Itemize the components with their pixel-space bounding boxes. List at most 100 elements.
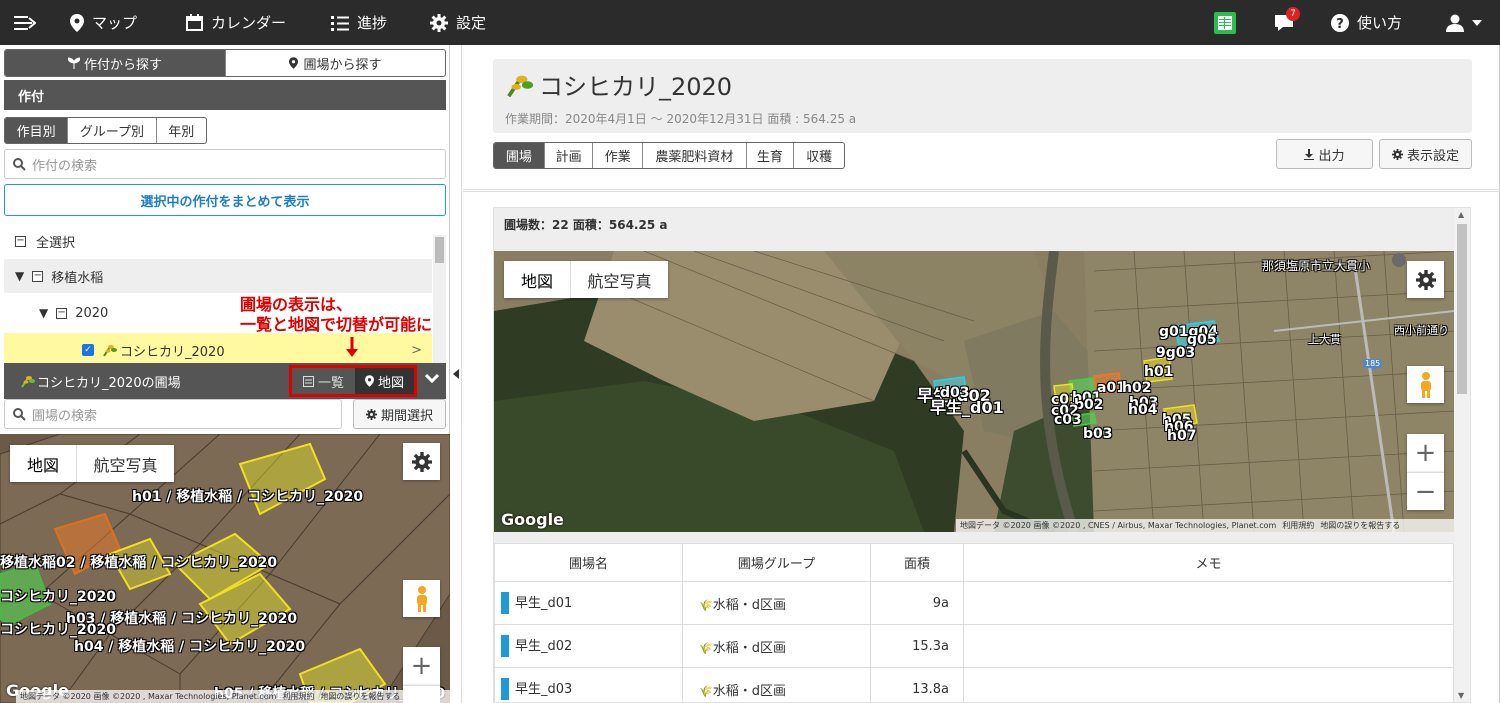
map-view-button[interactable]: 地図 xyxy=(355,368,414,394)
nav-settings-label: 設定 xyxy=(456,14,487,32)
export-button[interactable]: 出力 xyxy=(1276,139,1373,169)
gear-icon xyxy=(1415,269,1436,290)
small-map-tab-map[interactable]: 地図 xyxy=(10,445,76,482)
small-map-tab-aerial[interactable]: 航空写真 xyxy=(76,445,174,482)
big-map-road-shield: 185 xyxy=(1363,359,1383,368)
crop-search-input[interactable]: 作付の検索 xyxy=(4,149,446,179)
col-header-memo[interactable]: メモ xyxy=(963,543,1454,582)
small-field-map[interactable]: h01 / 移植水稲 / コシヒカリ_2020 移植水稲02 / 移植水稲 / … xyxy=(0,434,450,703)
year-label: 2020 xyxy=(75,305,109,321)
small-map-report-link[interactable]: 地図の誤りを報告する xyxy=(320,691,400,702)
tab-search-by-field[interactable]: 圃場から探す xyxy=(225,50,445,76)
fields-table: 圃場名 圃場グループ 面積 メモ 早生_d01 🌾水稲・d区画 9a 早生_d0… xyxy=(494,543,1454,702)
list-view-button[interactable]: 一覧 xyxy=(292,368,355,394)
user-menu[interactable] xyxy=(1446,0,1482,45)
table-row[interactable]: 早生_d02 🌾水稲・d区画 15.3a xyxy=(494,624,1454,668)
nav-map[interactable]: マップ xyxy=(70,0,137,45)
tab-growth[interactable]: 生育 xyxy=(745,143,794,168)
field-label-b03: b03 xyxy=(1083,426,1113,442)
annotation-text: 圃場の表示は、 一覧と地図で切替が可能に xyxy=(240,295,432,335)
fields-summary: 圃場数：22 面積：564.25 a xyxy=(504,218,668,232)
field-memo xyxy=(963,624,1454,668)
field-group: 水稲・d区画 xyxy=(712,683,786,699)
crop-search-placeholder: 作付の検索 xyxy=(32,158,98,174)
period-select-button[interactable]: 期間選択 xyxy=(353,399,446,429)
field-name: 早生_d02 xyxy=(515,638,573,654)
caret-down-icon: ▼ xyxy=(15,269,25,283)
annotation-line1: 圃場の表示は、 xyxy=(240,295,353,314)
col-header-group[interactable]: 圃場グループ xyxy=(682,543,871,582)
google-logo: Google xyxy=(501,510,564,529)
fields-header-label: コシヒカリ_2020の圃場 xyxy=(37,375,181,391)
tab-work[interactable]: 作業 xyxy=(592,143,642,168)
scroll-up-icon[interactable]: ▲ xyxy=(1458,210,1464,219)
col-header-name[interactable]: 圃場名 xyxy=(494,543,683,582)
table-row[interactable]: 早生_d03 🌾水稲・d区画 13.8a xyxy=(494,667,1454,702)
tab-harvest[interactable]: 収穫 xyxy=(793,143,844,168)
tab-by-crop[interactable]: 作目別 xyxy=(5,118,68,143)
tab-search-by-planting[interactable]: 作付から探す xyxy=(5,50,225,76)
big-map-report-link[interactable]: 地図の誤りを報告する xyxy=(1320,520,1400,531)
notification-button[interactable]: 7 xyxy=(1274,0,1300,45)
tab-by-year[interactable]: 年別 xyxy=(155,118,207,143)
field-name: 早生_d01 xyxy=(515,595,573,611)
sidebar-toggle-icon[interactable] xyxy=(14,0,36,45)
panel-splitter[interactable] xyxy=(450,45,462,703)
street-view-pegman-icon[interactable] xyxy=(1407,366,1444,403)
table-row[interactable]: 早生_d01 🌾水稲・d区画 9a xyxy=(494,581,1454,625)
nav-progress[interactable]: 進捗 xyxy=(331,0,387,45)
nav-help-label: 使い方 xyxy=(1357,14,1403,32)
nav-map-label: マップ xyxy=(92,14,138,32)
big-map-zoom-out[interactable]: − xyxy=(1407,472,1444,510)
search-icon xyxy=(13,407,26,421)
nav-help[interactable]: ? 使い方 xyxy=(1331,0,1402,45)
small-map-type-toggle: 地図 航空写真 xyxy=(10,445,174,482)
checklist-icon xyxy=(331,15,349,31)
small-map-attribution: 地図データ ©2020 画像 ©2020 , Maxar Technologie… xyxy=(16,690,450,703)
small-map-terms-link[interactable]: 利用規約 xyxy=(282,691,314,702)
spreadsheet-icon[interactable] xyxy=(1214,0,1236,45)
big-map-settings-button[interactable] xyxy=(1407,261,1444,298)
search-icon xyxy=(13,157,26,171)
show-selected-label: 選択中の作付をまとめて表示 xyxy=(140,194,310,210)
big-map-type-toggle: 地図 航空写真 xyxy=(504,261,668,298)
nav-settings[interactable]: 設定 xyxy=(430,0,486,45)
scroll-thumb[interactable] xyxy=(1457,224,1467,394)
gear-icon xyxy=(1391,148,1403,160)
tab-plan[interactable]: 計画 xyxy=(543,143,593,168)
caret-down-icon xyxy=(1472,19,1482,26)
small-map-settings-button[interactable] xyxy=(403,443,440,480)
scroll-down-icon[interactable]: ▼ xyxy=(1458,691,1464,700)
display-settings-button[interactable]: 表示設定 xyxy=(1379,139,1472,169)
tab-by-group[interactable]: グループ別 xyxy=(67,118,155,143)
checkbox[interactable]: ✓ xyxy=(82,344,94,356)
calendar-icon xyxy=(186,14,203,31)
big-map-tab-map[interactable]: 地図 xyxy=(504,261,570,298)
tree-crop-row[interactable]: ▼ − 移植水稲 xyxy=(4,259,432,293)
field-name: 早生_d03 xyxy=(515,681,573,697)
big-map-zoom-in[interactable]: + xyxy=(1407,434,1444,472)
tree-planting-row[interactable]: ✓ コシヒカリ_2020 > xyxy=(4,333,432,367)
tree-scrollbar[interactable] xyxy=(433,235,446,365)
annotation-arrow xyxy=(346,337,358,357)
display-settings-label: 表示設定 xyxy=(1406,148,1459,164)
tree-select-all[interactable]: − 全選択 xyxy=(4,223,432,259)
list-map-toggle: 一覧 地図 xyxy=(289,365,417,397)
main-scrollbar[interactable]: ▲ ▼ xyxy=(1454,208,1470,702)
tab-fields[interactable]: 圃場 xyxy=(494,143,544,168)
small-map-zoom-in[interactable]: + xyxy=(403,647,440,685)
field-label-h04: h04 xyxy=(1128,402,1158,418)
big-map-tab-aerial[interactable]: 航空写真 xyxy=(570,261,668,298)
tab-materials[interactable]: 農薬肥料資材 xyxy=(642,143,745,168)
big-map-terms-link[interactable]: 利用規約 xyxy=(1282,520,1314,531)
street-view-pegman-icon[interactable] xyxy=(403,580,440,617)
col-header-area[interactable]: 面積 xyxy=(870,543,964,582)
show-selected-plantings-button[interactable]: 選択中の作付をまとめて表示 xyxy=(4,184,446,216)
field-memo xyxy=(963,581,1454,625)
fields-map[interactable]: 那須塩原市立大貫小 西小前通り 上大貫 185 g01g04 g05 9g03 … xyxy=(494,251,1454,532)
nav-calendar[interactable]: カレンダー xyxy=(186,0,286,45)
download-icon xyxy=(1304,148,1315,160)
big-map-attribution: 地図データ ©2020 画像 ©2020 , CNES / Airbus, Ma… xyxy=(956,519,1454,532)
chevron-down-icon[interactable] xyxy=(425,374,439,384)
field-search-input[interactable]: 圃場の検索 xyxy=(4,399,342,429)
